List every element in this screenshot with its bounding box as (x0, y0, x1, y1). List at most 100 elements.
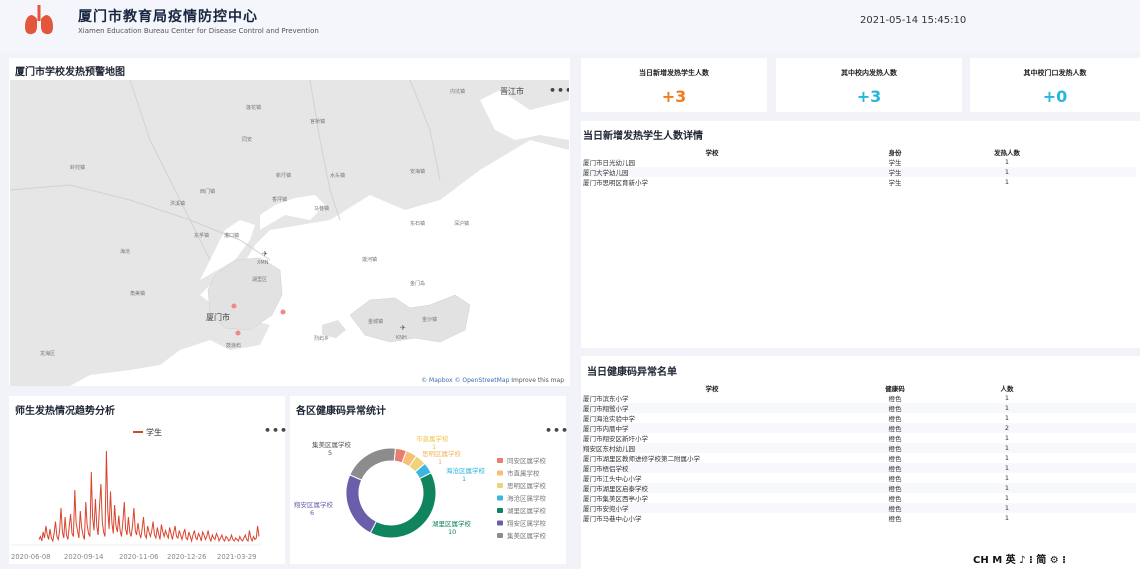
cell-school: 厦门海沧实验中学 (583, 415, 635, 423)
cell-school: 厦门市集美区西亭小学 (583, 495, 648, 503)
table-row[interactable]: 厦门市日光幼儿园 学生 1 (581, 157, 1136, 167)
map-label-dongshi: 东石镇 (410, 221, 426, 227)
map-label-xinwei: 新圩镇 (276, 173, 292, 179)
legend-swatch (497, 520, 503, 526)
table-row[interactable]: 厦门大学幼儿园 学生 1 (581, 167, 1136, 177)
map-attribution: © Mapbox © OpenStreetMap Improve this ma… (419, 377, 566, 384)
fever-alert-marker (280, 309, 286, 315)
cell-count: 1 (1004, 454, 1010, 462)
map-label-xiangping: 香坪镇 (272, 197, 288, 203)
table-row[interactable]: 厦门市滨东小学 橙色 1 (581, 393, 1136, 403)
fever-map-panel: 厦门市学校发热预警地图 ✈ ✈ 晋江市 厦门市 XMN KNH 金门岛 金沙镇 … (9, 58, 570, 386)
legend-label: 翔安区属学校 (507, 519, 547, 528)
map-menu-button[interactable]: ••• (549, 84, 569, 97)
legend-swatch (497, 458, 503, 463)
cell-school: 翔安区东村幼儿园 (581, 443, 843, 453)
legend-label: 海沧区属学校 (507, 494, 547, 503)
page-subtitle: Xiamen Education Bureau Center for Disea… (78, 27, 319, 35)
legend-swatch (497, 483, 503, 488)
cell-count: 1 (1004, 474, 1010, 482)
cell-health-code: 橙色 (888, 395, 902, 403)
table-row[interactable]: 厦门海沧实验中学 橙色 1 (581, 413, 1136, 423)
donut-label-value: 6 (310, 509, 314, 517)
map-label-haicang: 海沧 (120, 249, 131, 255)
col-header-health-code: 健康码 (885, 385, 905, 393)
map-label-huli: 湖里区 (252, 277, 268, 283)
cell-school: 厦门市思明区育新小学 (583, 179, 648, 187)
table-row[interactable]: 厦门市湖里区教师进修学校第二附属小学 橙色 1 (581, 453, 1136, 463)
cell-health-code: 橙色 (888, 515, 902, 523)
cell-school: 厦门市滨东小学 (583, 395, 629, 403)
ime-toolbar[interactable]: CH M 英 ♪ ⁝ 简 ⚙ ⁝ (968, 552, 1098, 569)
table-row[interactable]: 厦门市集美区西亭小学 橙色 1 (581, 493, 1136, 503)
map-label-lianhe: 莲河镇 (362, 257, 378, 263)
table-row[interactable]: 厦门市江头中心小学 橙色 1 (581, 473, 1136, 483)
map-label-anhai: 安海镇 (410, 169, 426, 175)
cell-school: 厦门市内厝中学 (581, 423, 843, 433)
x-tick-label: 2020-06-08 (11, 553, 51, 561)
district-code-panel: 各区健康码异常统计 ••• 市直属学校 1 思明区属学校 1 海沧区属学校 1 湖里区属学校… (290, 396, 568, 564)
cell-identity: 学生 (888, 179, 902, 187)
fever-detail-table: 学校 身份 发热人数 厦门市日光幼儿园 学生 1 厦门大学幼儿园 学生 1 厦门… (581, 147, 1136, 187)
stat-value: +3 (856, 87, 882, 106)
cell-identity: 学生 (843, 167, 947, 177)
stat-label: 其中校内发热人数 (841, 69, 897, 77)
fever-detail-title: 当日新增发热学生人数详情 (583, 131, 703, 142)
table-row[interactable]: 厦门市梧侣学校 橙色 1 (581, 463, 1136, 473)
cell-school: 厦门市翔安区新圩小学 (583, 435, 648, 443)
table-row[interactable]: 翔安区东村幼儿园 橙色 1 (581, 443, 1136, 453)
series-line-student (38, 450, 260, 543)
legend-label: 集美区属学校 (507, 531, 547, 540)
col-header-identity: 身份 (888, 149, 902, 157)
cell-count: 1 (1004, 394, 1010, 402)
map-label-lingbian: 岭兜镇 (70, 165, 86, 171)
map-label-gulang: 鼓浪屿 (226, 343, 242, 349)
donut-label-value: 5 (328, 449, 332, 457)
table-row[interactable]: 厦门市内厝中学 橙色 2 (581, 423, 1136, 433)
osm-link[interactable]: © OpenStreetMap (454, 377, 509, 384)
fever-map[interactable]: ✈ ✈ 晋江市 厦门市 XMN KNH 金门岛 金沙镇 金城镇 烈屿乡 湖里区 … (10, 80, 569, 386)
map-label-dongfu: 东孚镇 (194, 233, 210, 239)
improve-map-link[interactable]: Improve this map (511, 377, 564, 384)
x-tick-label: 2020-09-14 (64, 553, 104, 561)
district-donut-chart: 市直属学校1思明区属学校1海沧区属学校1湖里区属学校10翔安区属学校6集美区属学… (294, 434, 547, 540)
table-row[interactable]: 厦门市翔安区新圩小学 橙色 1 (581, 433, 1136, 443)
map-label-xiamen: 厦门市 (206, 313, 230, 322)
stat-card-new-fever: 当日新增发热学生人数 +3 (581, 58, 767, 112)
mapbox-link[interactable]: © Mapbox (421, 377, 452, 384)
x-tick-label: 2020-11-06 (119, 553, 159, 561)
cell-count: 1 (1004, 434, 1010, 442)
cell-school: 厦门市马巷中心小学 (583, 515, 642, 523)
health-code-panel: 当日健康码异常名单 学校 健康码 人数 厦门市滨东小学 橙色 1 厦门市翔鹭小学 橙色 1… (581, 356, 1140, 569)
table-row[interactable]: 厦门市湖里区启泰学校 橙色 1 (581, 483, 1136, 493)
table-row[interactable]: 厦门市思明区育新小学 学生 1 (581, 177, 1136, 187)
cell-school: 厦门大学幼儿园 (581, 167, 843, 177)
map-label-guanqiao: 官桥镇 (310, 119, 326, 125)
donut-label-value: 1 (438, 458, 442, 466)
stat-card-school-fever: 其中校内发热人数 +3 (776, 58, 962, 112)
table-row[interactable]: 厦门市翔鹭小学 橙色 1 (581, 403, 1136, 413)
table-row[interactable]: 厦门市马巷中心小学 橙色 1 (581, 513, 1136, 523)
legend-label: 学生 (146, 427, 162, 437)
stat-label: 其中校门口发热人数 (1023, 69, 1087, 77)
cell-school: 厦门市湖里区教师进修学校第二附属小学 (583, 455, 700, 463)
fever-alert-marker (235, 330, 241, 336)
map-label-gongxi: 洪溪镇 (170, 201, 186, 207)
knh-airport-icon: ✈ (400, 324, 406, 332)
cell-school: 厦门市湖里区启泰学校 (581, 483, 843, 493)
map-label-shuitou: 水头镇 (330, 173, 346, 179)
col-header-school: 学校 (705, 149, 719, 157)
col-header-fever-count: 发热人数 (994, 149, 1020, 157)
cell-health-code: 橙色 (888, 435, 902, 443)
map-title: 厦门市学校发热预警地图 (15, 67, 125, 78)
legend-label: 思明区属学校 (507, 481, 547, 490)
cell-identity: 学生 (888, 159, 902, 167)
table-row[interactable]: 厦门市安兜小学 橙色 1 (581, 503, 1136, 513)
page-title: 厦门市教育局疫情防控中心 (78, 9, 258, 25)
map-label-jinjiang: 晋江市 (500, 87, 524, 96)
cell-health-code: 橙色 (843, 483, 947, 493)
donut-label-name: 翔安区属学校 (294, 500, 334, 509)
health-code-title: 当日健康码异常名单 (587, 367, 677, 378)
cell-health-code: 橙色 (843, 403, 947, 413)
donut-slice (349, 447, 397, 481)
